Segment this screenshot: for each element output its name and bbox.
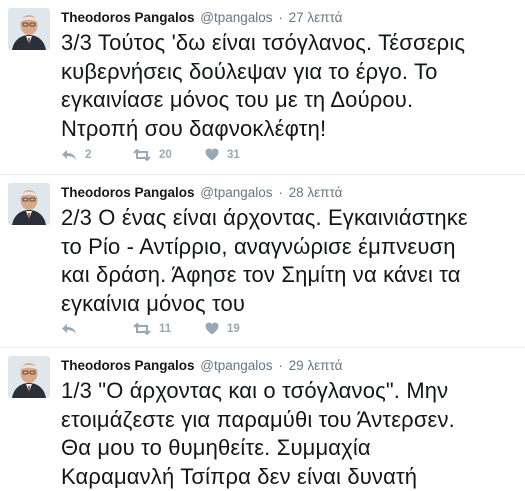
- tweet-text-line: 1/3 "Ο άρχοντας και ο τσόγλανος". Μην: [61, 377, 521, 406]
- separator-dot: ·: [278, 10, 283, 25]
- tweet-feed: Theodoros Pangalos @tpangalos · 27 λεπτά…: [0, 0, 525, 490]
- author-name[interactable]: Theodoros Pangalos: [61, 358, 195, 373]
- like-button[interactable]: 19: [205, 322, 277, 335]
- tweet[interactable]: Theodoros Pangalos @tpangalos · 29 λεπτά…: [0, 348, 525, 490]
- tweet-text: 3/3 Τούτος 'δω είναι τσόγλανος. Τέσσερις…: [61, 29, 521, 143]
- retweet-icon: [133, 149, 151, 161]
- avatar[interactable]: [8, 356, 50, 398]
- retweet-count: 11: [159, 323, 171, 335]
- reply-icon: [61, 323, 77, 335]
- heart-icon: [205, 148, 219, 161]
- heart-icon: [205, 322, 219, 335]
- tweet-text-line: εγκαινίασε μόνος του με τη Δούρου.: [61, 86, 521, 115]
- tweet-text-line: Θα μου το θυμηθείτε. Συμμαχία: [61, 434, 521, 463]
- author-name[interactable]: Theodoros Pangalos: [61, 10, 195, 25]
- avatar-portrait: [8, 8, 50, 50]
- retweet-count: 20: [159, 149, 172, 161]
- tweet[interactable]: Theodoros Pangalos @tpangalos · 28 λεπτά…: [0, 175, 525, 348]
- tweet-text-line: Καραμανλή Τσίπρα δεν είναι δυνατή: [61, 463, 521, 491]
- timestamp[interactable]: 28 λεπτά: [289, 185, 343, 200]
- tweet-text-line: το Ρίο - Αντίρριο, αναγνώρισε έμπνευση: [61, 233, 521, 262]
- separator-dot: ·: [278, 185, 283, 200]
- tweet-text-line: εγκαίνια μόνος του: [61, 290, 521, 319]
- tweet-text: 1/3 "Ο άρχοντας και ο τσόγλανος". Μην ετ…: [61, 377, 521, 491]
- tweet-text-line: ετοιμάζεστε για παραμύθι του Άντερσεν.: [61, 406, 521, 435]
- reply-count: 2: [85, 149, 91, 161]
- retweet-button[interactable]: 11: [133, 323, 205, 335]
- like-button[interactable]: 31: [205, 148, 277, 161]
- like-count: 31: [227, 149, 240, 161]
- tweet-text-line: 2/3 Ο ένας είναι άρχοντας. Εγκαινιάστηκε: [61, 204, 521, 233]
- author-name[interactable]: Theodoros Pangalos: [61, 185, 195, 200]
- tweet-text-line: Ντροπή σου δαφνοκλέφτη!: [61, 115, 521, 144]
- author-handle[interactable]: @tpangalos: [200, 185, 272, 200]
- tweet-header: Theodoros Pangalos @tpangalos · 28 λεπτά: [61, 184, 342, 202]
- avatar-portrait: [8, 356, 50, 398]
- tweet-header: Theodoros Pangalos @tpangalos · 29 λεπτά: [61, 357, 342, 375]
- tweet-text-line: και δράση. Άφησε τον Σημίτη να κάνει τα: [61, 261, 521, 290]
- retweet-icon: [133, 323, 151, 335]
- timestamp[interactable]: 27 λεπτά: [289, 10, 343, 25]
- tweet-text: 2/3 Ο ένας είναι άρχοντας. Εγκαινιάστηκε…: [61, 204, 521, 318]
- tweet-actions: 2 20 31: [61, 148, 277, 161]
- author-handle[interactable]: @tpangalos: [200, 10, 272, 25]
- like-count: 19: [227, 323, 240, 335]
- retweet-button[interactable]: 20: [133, 149, 205, 161]
- avatar-portrait: [8, 183, 50, 225]
- tweet-actions: 11 19: [61, 322, 277, 335]
- avatar[interactable]: [8, 183, 50, 225]
- avatar[interactable]: [8, 8, 50, 50]
- tweet-text-line: κυβερνήσεις δούλεψαν για το έργο. Το: [61, 58, 521, 87]
- tweet[interactable]: Theodoros Pangalos @tpangalos · 27 λεπτά…: [0, 0, 525, 175]
- reply-button[interactable]: [61, 323, 133, 335]
- author-handle[interactable]: @tpangalos: [200, 358, 272, 373]
- tweet-text-line: 3/3 Τούτος 'δω είναι τσόγλανος. Τέσσερις: [61, 29, 521, 58]
- tweet-header: Theodoros Pangalos @tpangalos · 27 λεπτά: [61, 9, 342, 27]
- separator-dot: ·: [278, 358, 283, 373]
- reply-button[interactable]: 2: [61, 149, 133, 161]
- reply-icon: [61, 149, 77, 161]
- timestamp[interactable]: 29 λεπτά: [289, 358, 343, 373]
